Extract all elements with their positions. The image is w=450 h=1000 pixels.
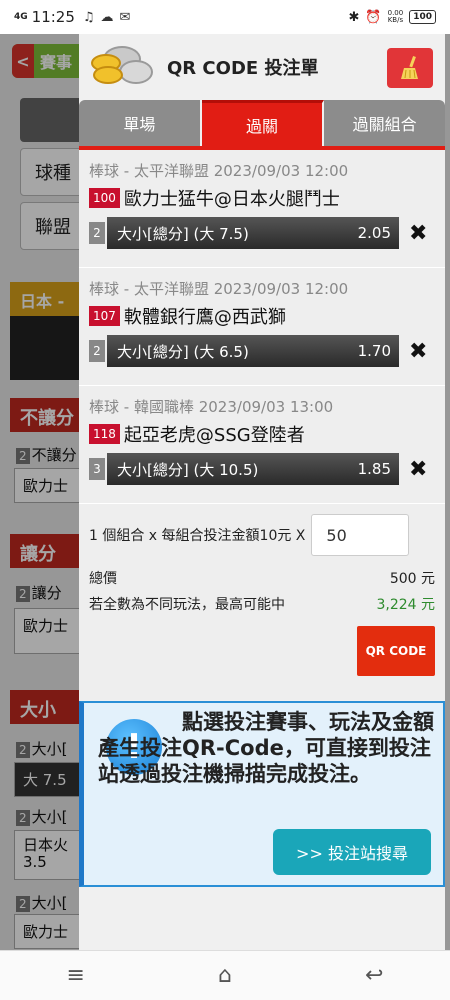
system-nav-bar: ≡ ⌂ ↩	[0, 950, 450, 1000]
tab-parlay-combo[interactable]: 過關組合	[324, 100, 445, 146]
match-teams: 起亞老虎@SSG登陸者	[123, 425, 305, 446]
signal-indicator: 4G	[14, 12, 28, 22]
bet-pick: 2 大小[總分] (大 6.5) 1.70 ✖	[89, 335, 435, 367]
tab-parlay[interactable]: 過關	[201, 100, 325, 146]
remove-bet-icon[interactable]: ✖	[409, 221, 427, 246]
pick-label: 大小[總分] (大 7.5)	[117, 224, 249, 243]
bet-type-tabs: 單場 過關 過關組合	[79, 100, 445, 146]
pick-index: 2	[89, 222, 105, 244]
max-win-label: 若全數為不同玩法，最高可能中	[89, 597, 285, 613]
bet-amount-input[interactable]: 50	[311, 514, 410, 556]
match-teams: 歐力士猛牛@日本火腿鬥士	[123, 189, 340, 210]
pick-bar: 大小[總分] (大 7.5) 2.05	[107, 217, 399, 249]
clear-button[interactable]	[387, 48, 433, 88]
max-win-row: 若全數為不同玩法，最高可能中 3,224 元	[89, 594, 435, 614]
panel-title: QR CODE 投注單	[167, 58, 319, 79]
bet-league: 棒球 - 韓國職棒 2023/09/03 13:00	[89, 398, 334, 416]
bet-item: 棒球 - 韓國職棒 2023/09/03 13:00 118 起亞老虎@SSG登…	[79, 386, 445, 504]
max-win-value: 3,224 元	[376, 597, 435, 613]
back-icon[interactable]: ↩	[365, 963, 383, 988]
battery-icon: 100	[409, 10, 436, 24]
info-box: ! 點選投注賽事、玩法及金額產生投注QR-Code，可直接到投注站透過投注機掃描…	[79, 701, 445, 887]
match-teams: 軟體銀行鷹@西武獅	[123, 307, 286, 328]
combo-row: 1 個組合 x 每組合投注金額10元 X 50	[89, 514, 435, 556]
bet-pick: 3 大小[總分] (大 10.5) 1.85 ✖	[89, 453, 435, 485]
home-icon[interactable]: ⌂	[218, 963, 232, 988]
pick-bar: 大小[總分] (大 10.5) 1.85	[107, 453, 399, 485]
bet-league: 棒球 - 太平洋聯盟 2023/09/03 12:00	[89, 162, 349, 180]
app-icon: ☁	[100, 9, 114, 25]
menu-icon[interactable]: ≡	[67, 963, 85, 988]
bet-item: 棒球 - 太平洋聯盟 2023/09/03 12:00 100 歐力士猛牛@日本…	[79, 150, 445, 268]
remove-bet-icon[interactable]: ✖	[409, 457, 427, 482]
messenger-icon: ✉	[119, 9, 131, 25]
pick-bar: 大小[總分] (大 6.5) 1.70	[107, 335, 399, 367]
tab-single[interactable]: 單場	[79, 100, 202, 146]
bet-match: 107 軟體銀行鷹@西武獅	[89, 303, 435, 329]
network-speed: 0.00 KB/s	[387, 9, 404, 24]
total-value: 500 元	[389, 571, 435, 587]
panel-header: QR CODE 投注單	[79, 34, 445, 100]
alarm-icon: ⏰	[365, 9, 382, 25]
pick-odds: 1.85	[357, 460, 391, 478]
remove-bet-icon[interactable]: ✖	[409, 339, 427, 364]
match-number: 100	[89, 188, 120, 208]
pick-odds: 2.05	[357, 224, 391, 242]
combo-text: 1 個組合 x 每組合投注金額10元 X	[89, 528, 306, 544]
pick-label: 大小[總分] (大 6.5)	[117, 342, 249, 361]
pick-label: 大小[總分] (大 10.5)	[117, 460, 259, 479]
match-number: 118	[89, 424, 120, 444]
qr-code-button[interactable]: QR CODE	[357, 626, 435, 676]
broom-icon	[401, 56, 418, 79]
music-icon: ♫	[82, 9, 95, 25]
bet-pick: 2 大小[總分] (大 7.5) 2.05 ✖	[89, 217, 435, 249]
bet-item: 棒球 - 太平洋聯盟 2023/09/03 12:00 107 軟體銀行鷹@西武…	[79, 268, 445, 386]
coins-icon	[89, 42, 155, 92]
bet-match: 118 起亞老虎@SSG登陸者	[89, 421, 435, 447]
bet-league: 棒球 - 太平洋聯盟 2023/09/03 12:00	[89, 280, 349, 298]
qr-bet-slip-panel: QR CODE 投注單 單場 過關 過關組合 棒球 - 太平洋聯盟 2023/0…	[79, 34, 445, 950]
total-label: 總價	[89, 571, 117, 587]
bet-summary: 1 個組合 x 每組合投注金額10元 X 50 總價 500 元 若全數為不同玩…	[79, 504, 445, 700]
clock: 11:25	[31, 8, 75, 26]
info-text: 點選投注賽事、玩法及金額產生投注QR-Code，可直接到投注站透過投注機掃描完成…	[98, 710, 434, 786]
match-number: 107	[89, 306, 120, 326]
bet-match: 100 歐力士猛牛@日本火腿鬥士	[89, 185, 435, 211]
pick-index: 2	[89, 340, 105, 362]
station-search-button[interactable]: >> 投注站搜尋	[273, 829, 431, 875]
pick-odds: 1.70	[357, 342, 391, 360]
status-bar: 4G 11:25 ♫ ☁ ✉ ✱ ⏰ 0.00 KB/s 100	[0, 0, 450, 34]
bluetooth-icon: ✱	[348, 9, 360, 25]
total-row: 總價 500 元	[89, 568, 435, 588]
pick-index: 3	[89, 458, 105, 480]
